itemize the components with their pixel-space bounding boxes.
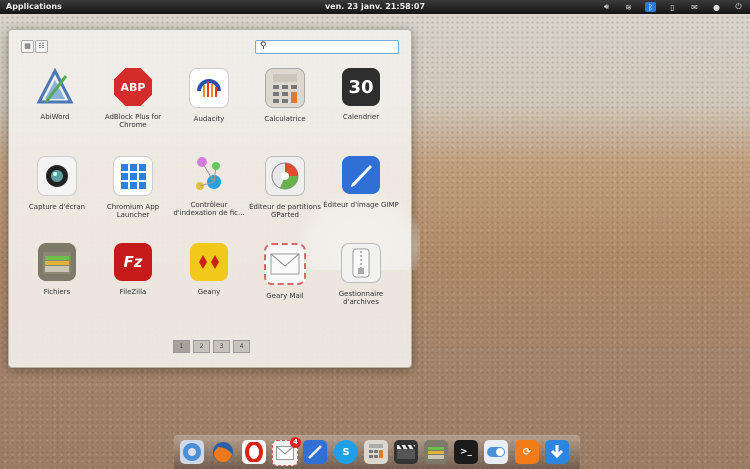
- dock: 4 S >_ ⟳: [174, 435, 580, 469]
- audacity-icon: [189, 68, 229, 108]
- app-geary-mail[interactable]: Geary Mail: [247, 243, 323, 300]
- gparted-icon: [265, 156, 305, 196]
- files-icon: [38, 243, 76, 281]
- app-fichiers[interactable]: Fichiers: [19, 243, 95, 296]
- system-tray: 🔊︎ ≋ ᛒ ▯ ✉ ● ⏻: [601, 2, 744, 12]
- grid-view-button[interactable]: ▦: [21, 40, 34, 53]
- search-input[interactable]: [272, 41, 392, 53]
- search-icon: ⚲: [260, 41, 267, 51]
- page-1-button[interactable]: 1: [173, 340, 190, 353]
- applications-launcher: ▦ ☷ ⚲ AbiWord ABP AdBlock Plus for Chrom…: [8, 29, 412, 368]
- power-icon[interactable]: ⏻: [733, 2, 744, 12]
- app-calendrier[interactable]: 30 Calendrier: [323, 68, 399, 121]
- screenshot-icon: [37, 156, 77, 196]
- download-icon[interactable]: [545, 440, 569, 464]
- video-editor-icon[interactable]: [394, 440, 418, 464]
- app-audacity[interactable]: Audacity: [171, 68, 247, 123]
- abiword-icon: [36, 68, 74, 106]
- calendar-icon: 30: [342, 68, 380, 106]
- app-calculatrice[interactable]: Calculatrice: [247, 68, 323, 123]
- archive-icon: [341, 243, 381, 283]
- page-2-button[interactable]: 2: [193, 340, 210, 353]
- geary-mail-dock-icon[interactable]: 4: [272, 437, 301, 466]
- app-archives[interactable]: Gestionnaire d'archives: [323, 243, 399, 306]
- switchboard-icon[interactable]: [484, 440, 508, 464]
- gimp-brush-icon: [342, 156, 380, 194]
- geany-icon: [190, 243, 228, 281]
- app-gimp[interactable]: Éditeur d'image GIMP: [323, 156, 399, 209]
- unread-badge: 4: [290, 437, 301, 448]
- filezilla-icon: Fz: [114, 243, 152, 281]
- app-gparted[interactable]: Éditeur de partitions GParted: [247, 156, 323, 219]
- app-filezilla[interactable]: Fz FileZilla: [95, 243, 171, 296]
- opera-icon[interactable]: [242, 440, 266, 464]
- page-4-button[interactable]: 4: [233, 340, 250, 353]
- battery-icon[interactable]: ▯: [667, 2, 678, 12]
- volume-icon[interactable]: 🔊︎: [601, 2, 612, 12]
- abp-icon: ABP: [114, 68, 152, 106]
- app-launcher-icon: [113, 156, 153, 196]
- mail-icon[interactable]: ✉: [689, 2, 700, 12]
- terminal-icon[interactable]: >_: [454, 440, 478, 464]
- calculator-icon: [265, 68, 305, 108]
- skype-icon[interactable]: S: [334, 440, 358, 464]
- page-3-button[interactable]: 3: [213, 340, 230, 353]
- firefox-icon[interactable]: [211, 440, 235, 464]
- calculator-dock-icon[interactable]: [364, 440, 388, 464]
- files-dock-icon[interactable]: [424, 440, 448, 464]
- app-geany[interactable]: Geany: [171, 243, 247, 296]
- app-adblock-plus[interactable]: ABP AdBlock Plus for Chrome: [95, 68, 171, 129]
- wifi-icon[interactable]: ≋: [623, 2, 634, 12]
- chromium-icon[interactable]: [180, 440, 204, 464]
- user-icon[interactable]: ●: [711, 2, 722, 12]
- indexer-icon: [190, 156, 228, 194]
- gimp-dock-icon[interactable]: [303, 440, 327, 464]
- update-manager-icon[interactable]: ⟳: [515, 440, 539, 464]
- app-chromium-launcher[interactable]: Chromium App Launcher: [95, 156, 171, 219]
- search-box[interactable]: ⚲: [255, 40, 399, 54]
- bluetooth-icon[interactable]: ᛒ: [645, 2, 656, 12]
- top-panel: Applications ven. 23 janv. 21:58:07 🔊︎ ≋…: [0, 0, 750, 14]
- app-abiword[interactable]: AbiWord: [17, 68, 93, 121]
- app-capture-ecran[interactable]: Capture d'écran: [19, 156, 95, 211]
- app-indexation[interactable]: Contrôleur d'indexation de fic...: [171, 156, 247, 217]
- page-indicator: 1 2 3 4: [173, 340, 250, 353]
- category-view-button[interactable]: ☷: [35, 40, 48, 53]
- envelope-icon: [264, 243, 306, 285]
